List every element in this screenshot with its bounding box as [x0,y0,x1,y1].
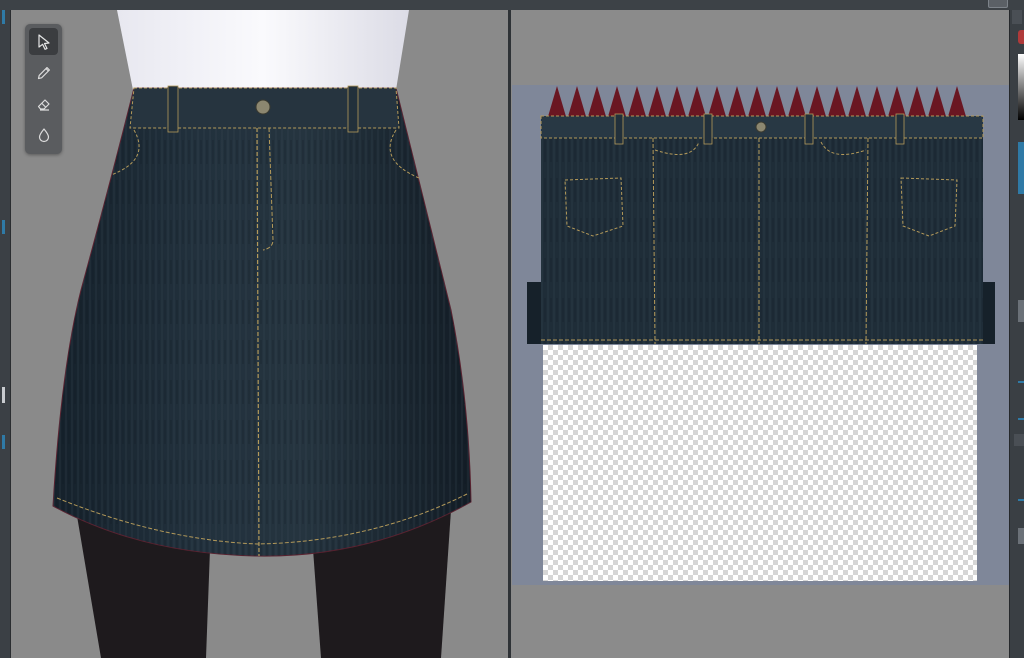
uv-spike-strip [547,86,973,120]
droplet-icon [38,127,49,142]
brightness-slider[interactable] [1018,54,1024,120]
edge-indicator [2,220,5,234]
panel-collapse-button[interactable] [988,0,1008,8]
slider-track[interactable] [1018,499,1024,501]
panel-header [1012,10,1022,24]
model-3d-viewport[interactable] [11,10,508,658]
right-side-panel [1009,10,1024,658]
panel-field[interactable] [1018,300,1024,322]
panel-field[interactable] [1018,528,1024,544]
eraser-icon [37,98,50,111]
uv-texture-canvas[interactable] [511,10,1009,658]
cursor-arrow-icon [37,33,50,50]
panel-tab-active[interactable] [1018,142,1024,194]
panel-section-header [1014,434,1024,446]
left-edge-panel [0,10,11,658]
slider-track[interactable] [1018,418,1024,420]
uv-texture-map [527,86,995,345]
tool-palette [25,24,62,154]
select-tool-button[interactable] [29,28,58,55]
edge-indicator [2,10,5,24]
edge-indicator [2,435,5,449]
fill-tool-button[interactable] [29,121,58,148]
eraser-tool-button[interactable] [29,90,58,117]
color-swatch-red[interactable] [1018,30,1024,44]
slider-track[interactable] [1018,381,1024,383]
pen-tool-button[interactable] [29,59,58,86]
pencil-icon [37,66,50,79]
shirt-part [117,10,409,90]
belt-loop [167,85,179,133]
waist-button [255,99,271,115]
edge-indicator [2,387,5,403]
belt-loop [347,85,359,133]
skirt-3d-render [52,10,472,658]
